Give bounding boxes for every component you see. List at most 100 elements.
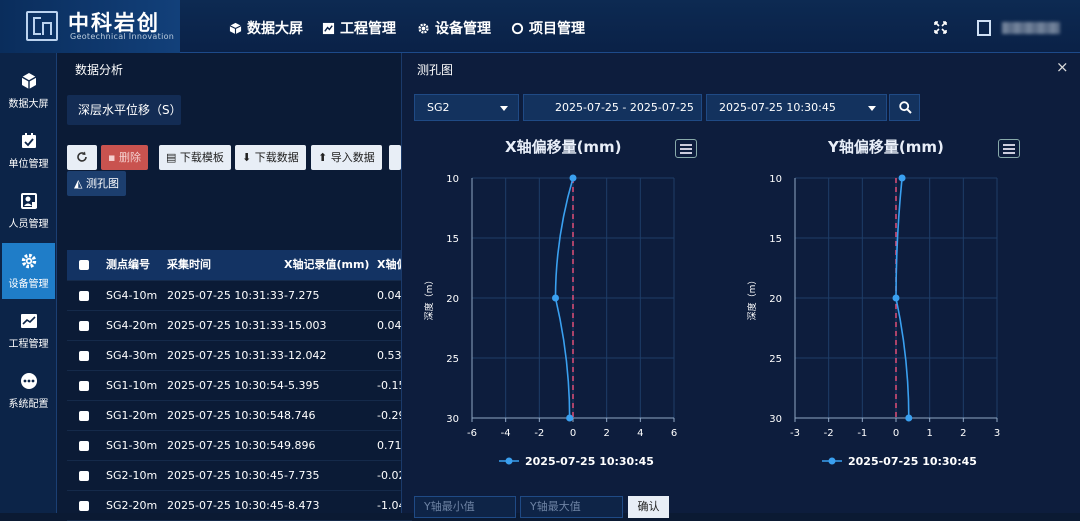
table-row[interactable]: SG4-20m 2025-07-25 10:31:33 -15.003 0.04 [67, 311, 412, 341]
table-row[interactable]: SG4-30m 2025-07-25 10:31:33 -12.042 0.53 [67, 341, 412, 371]
row-checkbox[interactable] [79, 471, 89, 481]
y-max-input[interactable]: Y轴最大值 [520, 496, 623, 518]
table-cell: -7.275 [284, 289, 320, 302]
table-cell: 0.04 [377, 319, 402, 332]
table-cell: SG1-10m [106, 379, 158, 392]
chart-y-menu-icon[interactable] [998, 139, 1020, 158]
table-row[interactable]: SG2-20m 2025-07-25 10:30:45 -8.473 -1.04 [67, 491, 412, 521]
table-cell: -12.042 [284, 349, 327, 362]
y-tick-label: 25 [446, 354, 459, 365]
delete-label: 删除 [118, 151, 141, 164]
row-checkbox[interactable] [79, 411, 89, 421]
template-label: 下载模板 [179, 151, 224, 164]
table-cell: 2025-07-25 10:31:33 [167, 319, 284, 332]
borehole-chart-button[interactable]: ◭ 测孔图 [67, 171, 126, 196]
table-cell: 0.53 [377, 349, 402, 362]
point-select-value: SG2 [427, 101, 450, 114]
chart-y-title: Y轴偏移量(mm) [828, 138, 944, 156]
page-title: 数据分析 [75, 63, 124, 77]
data-point [569, 174, 577, 182]
fullscreen-icon[interactable] [934, 21, 947, 34]
table-cell: SG2-20m [106, 499, 158, 512]
data-point [566, 414, 574, 422]
row-checkbox[interactable] [79, 321, 89, 331]
sidebar-item-dashboard[interactable]: 数据大屏 [2, 63, 55, 119]
delete-button[interactable]: ▪ 删除 [101, 145, 148, 170]
select-all-checkbox[interactable] [79, 260, 89, 270]
row-checkbox[interactable] [79, 501, 89, 511]
legend-label: 2025-07-25 10:30:45 [848, 455, 977, 468]
user-name [1002, 22, 1060, 34]
row-checkbox[interactable] [79, 351, 89, 361]
y-min-input[interactable]: Y轴最小值 [414, 496, 516, 518]
table-row[interactable]: SG1-10m 2025-07-25 10:30:54 -5.395 -0.15 [67, 371, 412, 401]
x-tick-label: -1 [857, 428, 867, 439]
borehole-label: 测孔图 [85, 177, 119, 190]
filter-tag[interactable]: 深层水平位移（S） [67, 95, 182, 125]
date-range-input[interactable]: 2025-07-25 - 2025-07-25 [523, 94, 702, 121]
chart-x-menu-icon[interactable] [675, 139, 697, 158]
nav-engineering[interactable]: 工程管理 [322, 18, 396, 38]
row-checkbox[interactable] [79, 381, 89, 391]
data-point [892, 294, 900, 302]
nav-devices[interactable]: 设备管理 [417, 18, 491, 38]
y-tick-label: 10 [446, 174, 459, 185]
sidebar-item-units[interactable]: 单位管理 [2, 123, 55, 179]
sidebar-item-staff[interactable]: 人员管理 [2, 183, 55, 239]
x-tick-label: 2 [960, 428, 966, 439]
download-template-button[interactable]: ▤ 下载模板 [159, 145, 231, 170]
sidebar-label: 工程管理 [8, 339, 49, 350]
modal-title: 测孔图 [417, 63, 454, 77]
x-tick-label: -4 [501, 428, 511, 439]
download-data-button[interactable]: ⬇ 下载数据 [235, 145, 306, 170]
close-icon[interactable]: × [1056, 58, 1069, 76]
nav-label: 数据大屏 [247, 21, 303, 37]
ellipsis-icon [20, 373, 37, 389]
search-button[interactable] [889, 94, 920, 121]
sidebar-label: 单位管理 [8, 159, 49, 170]
chart-icon [322, 22, 335, 34]
table-cell: SG1-30m [106, 439, 158, 452]
data-point [551, 294, 559, 302]
table-row[interactable]: SG4-10m 2025-07-25 10:31:33 -7.275 0.049 [67, 281, 412, 311]
sidebar-label: 人员管理 [8, 219, 49, 230]
confirm-button[interactable]: 确认 [628, 496, 669, 518]
row-checkbox[interactable] [79, 441, 89, 451]
table-row[interactable]: SG1-20m 2025-07-25 10:30:54 8.746 -0.29 [67, 401, 412, 431]
nav-projects[interactable]: 项目管理 [511, 18, 585, 38]
table-row[interactable]: SG1-30m 2025-07-25 10:30:54 9.896 0.713 [67, 431, 412, 461]
x-tick-label: 0 [570, 428, 576, 439]
brand[interactable]: 中科岩创 Geotechnical Innovation [0, 0, 180, 53]
import-data-button[interactable]: ⬆ 导入数据 [311, 145, 382, 170]
x-tick-label: 4 [637, 428, 643, 439]
x-tick-label: 6 [671, 428, 677, 439]
point-select[interactable]: SG2 [414, 94, 519, 121]
top-bar: 中科岩创 Geotechnical Innovation 数据大屏 工程管理 设… [0, 0, 1080, 53]
table-header: 测点编号 采集时间 X轴记录值(mm) X轴偏 [67, 250, 412, 281]
nav-dashboard[interactable]: 数据大屏 [229, 18, 303, 38]
time-select[interactable]: 2025-07-25 10:30:45 [706, 94, 887, 121]
x-tick-label: 3 [994, 428, 1000, 439]
sidebar-item-settings[interactable]: 系统配置 [2, 363, 55, 419]
refresh-button[interactable] [67, 145, 97, 170]
sidebar-item-devices[interactable]: 设备管理 [2, 243, 55, 299]
y-tick-label: 20 [446, 294, 459, 305]
table-cell: 2025-07-25 10:30:45 [167, 499, 284, 512]
x-tick-label: -3 [790, 428, 800, 439]
brand-tagline: Geotechnical Innovation [70, 32, 175, 41]
table-row[interactable]: SG2-10m 2025-07-25 10:30:45 -7.735 -0.02 [67, 461, 412, 491]
header-x-record[interactable]: X轴记录值(mm) [284, 250, 369, 280]
upload-icon: ⬆ [318, 151, 328, 164]
header-point[interactable]: 测点编号 [106, 250, 150, 280]
table-cell: SG4-10m [106, 289, 158, 302]
header-time[interactable]: 采集时间 [167, 250, 211, 280]
row-checkbox[interactable] [79, 291, 89, 301]
sidebar-item-engineering[interactable]: 工程管理 [2, 303, 55, 359]
user-avatar-icon[interactable] [977, 20, 991, 36]
table-cell: -7.735 [284, 469, 320, 482]
more-button[interactable] [389, 145, 401, 170]
table-cell: SG4-20m [106, 319, 158, 332]
x-tick-label: -2 [824, 428, 834, 439]
date-range-value: 2025-07-25 - 2025-07-25 [555, 101, 694, 114]
table-cell: SG1-20m [106, 409, 158, 422]
